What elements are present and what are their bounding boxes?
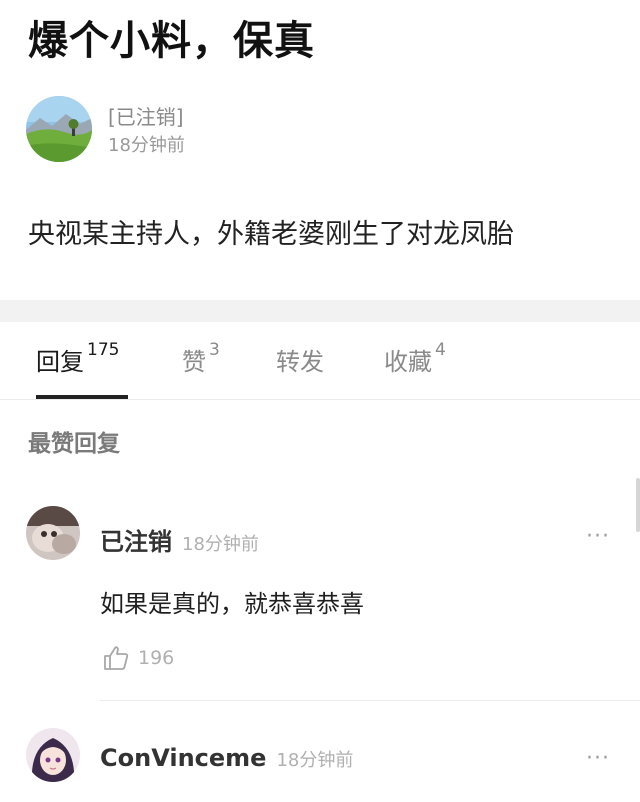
tab-favorites[interactable]: 收藏 4 — [384, 340, 446, 377]
comment-username[interactable]: ConVinceme — [100, 744, 266, 772]
tab-label: 收藏 — [384, 348, 432, 376]
more-options-icon[interactable]: ··· — [586, 746, 610, 771]
best-replies-heading: 最赞回复 — [28, 431, 120, 457]
more-options-icon[interactable]: ··· — [586, 524, 610, 549]
section-separator — [0, 300, 640, 322]
tab-reposts[interactable]: 转发 — [276, 342, 327, 377]
comment-username[interactable]: 已注销 — [100, 528, 172, 556]
anime-avatar-icon — [26, 728, 80, 782]
author-avatar[interactable] — [26, 96, 92, 162]
post-time: 18分钟前 — [108, 135, 185, 156]
thumbs-up-icon — [104, 646, 129, 670]
comment-avatar[interactable] — [26, 506, 80, 560]
tab-label: 转发 — [276, 348, 324, 376]
comment-avatar[interactable] — [26, 728, 80, 782]
post-body: 央视某主持人，外籍老婆刚生了对龙凤胎 — [28, 219, 514, 250]
comment-text: 如果是真的，就恭喜恭喜 — [100, 590, 364, 618]
tab-count: 175 — [87, 340, 120, 360]
comment-time: 18分钟前 — [182, 534, 259, 555]
post-tabs: 回复 175 赞3 转发 收藏 4 — [0, 322, 640, 400]
tab-count: 3 — [209, 340, 220, 360]
landscape-avatar-icon — [26, 96, 92, 162]
tab-label: 回复 — [36, 348, 84, 376]
photo-avatar-icon — [26, 506, 80, 560]
comment-author[interactable]: ConVinceme 18分钟前 — [100, 744, 353, 772]
comment-time: 18分钟前 — [276, 750, 354, 771]
tabs-divider — [0, 399, 640, 400]
scrollbar-thumb[interactable] — [636, 478, 640, 532]
post-detail-page: 爆个小料，保真 [已注销] 18分钟前 央视某主持人，外籍老婆刚生了对龙凤胎 回… — [0, 0, 640, 802]
tab-likes[interactable]: 赞3 — [182, 340, 220, 377]
post-title: 爆个小料，保真 — [28, 18, 315, 64]
tab-count: 4 — [435, 340, 446, 360]
comment-author[interactable]: 已注销 18分钟前 — [100, 522, 259, 557]
author-name[interactable]: [已注销] — [108, 101, 184, 130]
like-button[interactable]: 196 — [102, 644, 174, 672]
tab-replies[interactable]: 回复 175 — [36, 340, 120, 377]
tab-label: 赞 — [182, 348, 206, 376]
like-count: 196 — [138, 647, 175, 669]
comment-divider — [100, 700, 640, 701]
